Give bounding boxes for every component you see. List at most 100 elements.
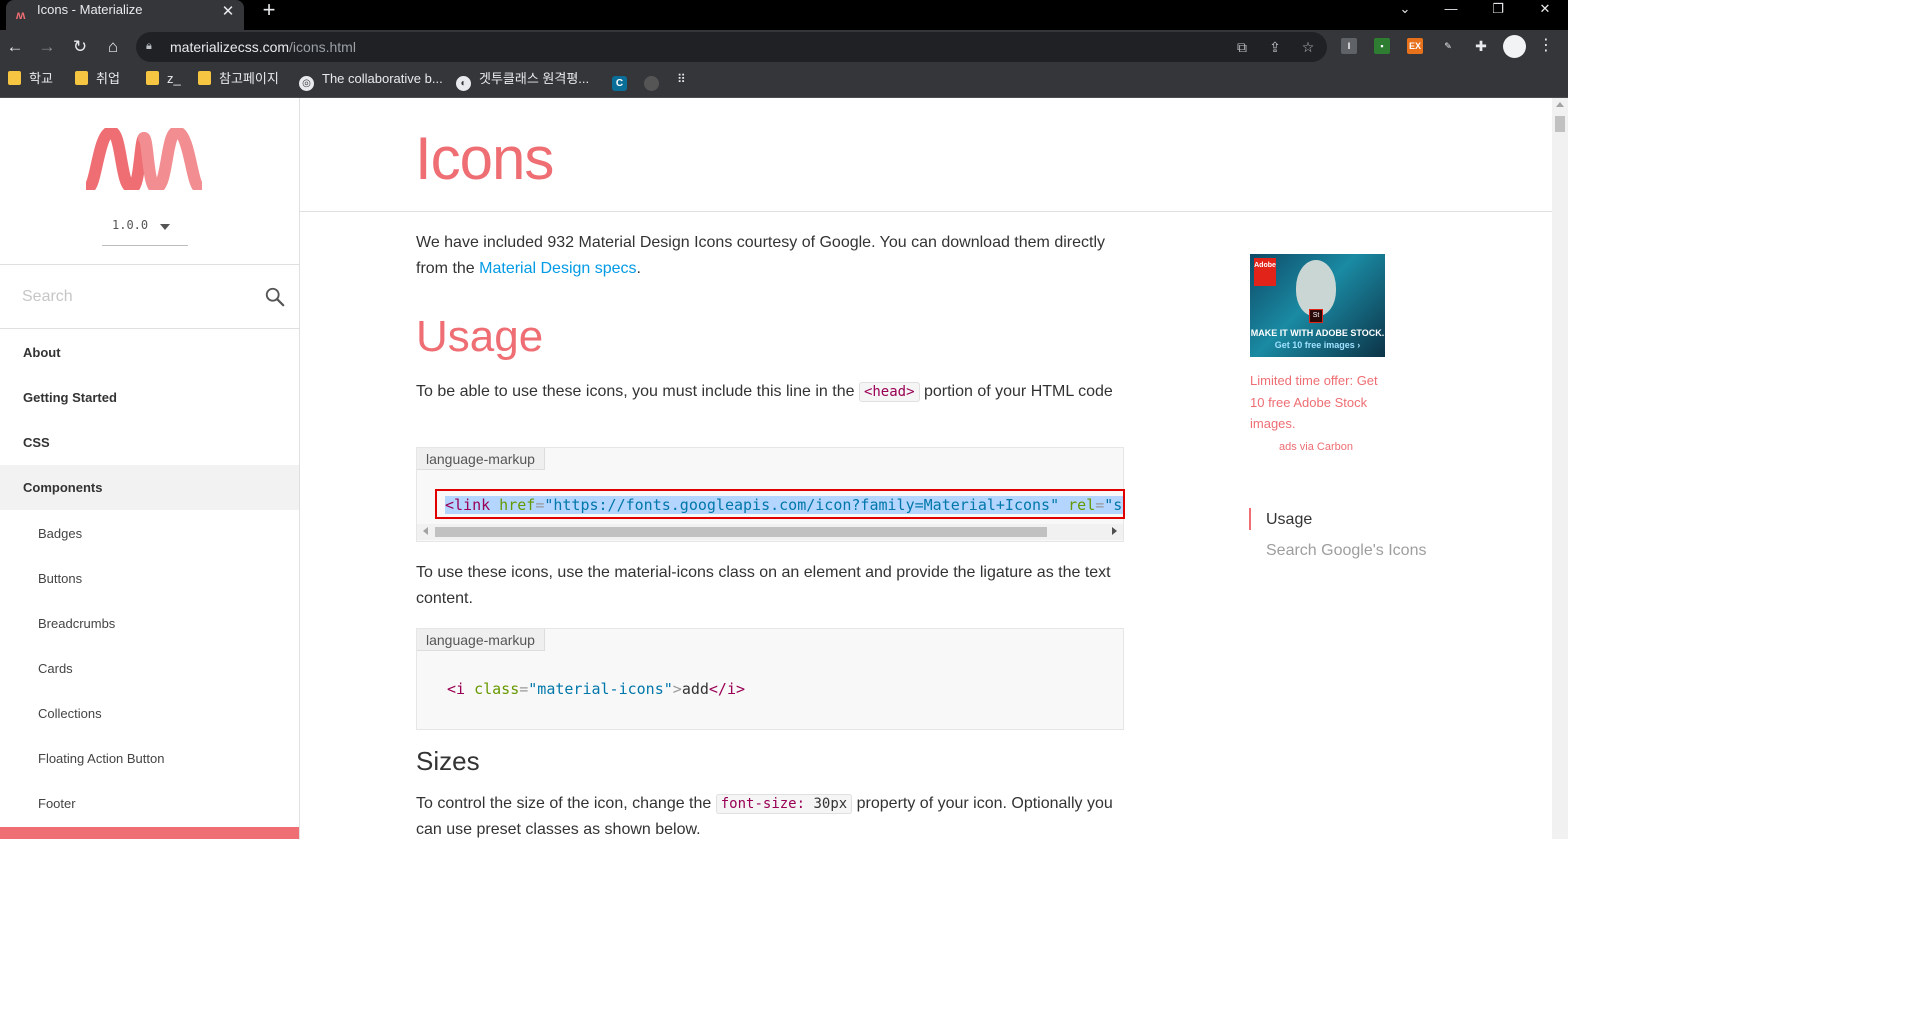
address-bar[interactable]: 🔒︎ materializecss.com/icons.html ⧉ ⇪ ☆ [136,32,1327,62]
sidebar-item-floating-action-button[interactable]: Floating Action Button [0,736,299,781]
sidebar-item-getting-started[interactable]: Getting Started [0,375,299,420]
code-block-icon-usage[interactable]: language-markup <i class="material-icons… [416,628,1124,730]
page-title: Icons [415,125,554,192]
selected-code-line[interactable]: <link href="https://fonts.googleapis.com… [435,489,1125,519]
code-language-label: language-markup [417,448,545,470]
sizes-paragraph: To control the size of the icon, change … [416,794,1113,838]
materialize-favicon-icon: ʍ [16,8,26,22]
window-close-icon[interactable]: ✕ [1522,0,1568,20]
minimize-icon[interactable]: — [1428,0,1474,20]
sidebar-item-icons-active[interactable] [0,827,299,839]
extension-i-icon[interactable]: I [1341,38,1357,54]
extension-green-icon[interactable]: ▪ [1374,38,1390,54]
sidebar-item-collections[interactable]: Collections [0,691,299,736]
extensions-puzzle-icon[interactable]: ✚ [1473,38,1489,54]
chevron-down-icon [160,224,170,230]
toc-active-indicator [1249,508,1251,530]
inline-code-font-size: font-size: 30px [715,794,853,814]
ad-portrait [1296,260,1336,316]
toc-item-usage[interactable]: Usage [1266,508,1312,532]
usage-heading: Usage [416,312,544,361]
bookmark-folder[interactable]: 학교 [8,70,53,90]
material-design-specs-link[interactable]: Material Design specs [479,260,636,277]
sidebar-item-footer[interactable]: Footer [0,781,299,826]
sidebar-item-about[interactable]: About [0,330,299,375]
bookmark-link[interactable]: ◎ The collaborative b... [299,70,443,91]
folder-icon [75,71,88,85]
scrollbar-thumb[interactable] [435,527,1047,537]
ad-text-link[interactable]: Limited time offer: Get 10 free Adobe St… [1250,370,1390,435]
adobe-logo: Adobe [1254,258,1276,286]
folder-icon [198,71,211,85]
bookmark-star-icon[interactable]: ☆ [1299,38,1317,56]
bookmark-c-icon[interactable]: C [612,70,635,91]
search-icon[interactable] [264,286,286,308]
search-input[interactable] [22,285,252,309]
scroll-right-icon[interactable] [1112,527,1117,535]
code-line[interactable]: <link href="https://fonts.googleapis.com… [445,496,1123,514]
materialize-logo[interactable] [86,128,202,190]
back-icon[interactable]: ← [2,34,28,60]
tab-title: Icons - Materialize [37,2,143,17]
browser-menu-icon[interactable]: ⋮ [1538,36,1554,56]
sidebar-item-buttons[interactable]: Buttons [0,556,299,601]
reload-icon[interactable]: ↻ [67,34,93,60]
tab-search-icon[interactable]: ⌄ [1382,0,1428,20]
bookmark-github-icon[interactable]: ● [644,70,667,91]
scroll-left-icon[interactable] [423,527,428,535]
bookmark-folder[interactable]: 참고페이지 [198,70,279,90]
bookmark-folder[interactable]: 취업 [75,70,120,90]
code-block-link[interactable]: language-markup <link href="https://font… [416,447,1125,542]
share-icon[interactable]: ⇪ [1266,38,1284,56]
lock-icon: 🔒︎ [146,40,152,52]
sidebar-item-badges[interactable]: Badges [0,511,299,556]
site-icon: ◎ [299,76,314,91]
version-select[interactable]: 1.0.0 [102,214,188,246]
extension-pen-icon[interactable]: ✎ [1440,38,1456,54]
usage-paragraph: To be able to use these icons, you must … [416,382,1113,402]
bookmark-link[interactable]: ◐ 겟투클래스 원격평... [456,70,589,91]
sidebar-item-css[interactable]: CSS [0,420,299,465]
browser-tabstrip: ʍ Icons - Materialize ✕ + ⌄ — ❐ ✕ [0,0,1568,30]
extension-ex-icon[interactable]: EX [1407,38,1423,54]
new-tab-icon[interactable]: + [258,0,280,22]
inline-code-head: <head> [858,382,920,402]
folder-icon [146,71,159,85]
globe-icon: ◐ [456,76,471,91]
page-vertical-scrollbar[interactable] [1552,98,1568,839]
carbon-ad-image[interactable]: Adobe St MAKE IT WITH ADOBE STOCK. Get 1… [1250,254,1385,357]
restore-icon[interactable]: ❐ [1475,0,1521,20]
ad-headline: MAKE IT WITH ADOBE STOCK. [1250,328,1385,338]
tab-close-icon[interactable]: ✕ [220,4,236,20]
code-line[interactable]: <i class="material-icons">add</i> [447,680,745,698]
stock-badge: St [1309,309,1323,323]
scroll-up-icon[interactable] [1556,102,1564,107]
home-icon[interactable]: ⌂ [100,34,126,60]
code-language-label: language-markup [417,629,545,651]
intro-paragraph: We have included 932 Material Design Ico… [416,234,1105,277]
main-content: Icons We have included 932 Material Desi… [300,98,1552,839]
scrollbar-thumb[interactable] [1555,116,1565,132]
forward-icon[interactable]: → [34,34,60,60]
ads-via-carbon-link[interactable]: ads via Carbon [1279,441,1353,453]
divider [0,328,299,329]
code-horizontal-scrollbar[interactable] [417,524,1123,540]
divider [0,264,299,265]
toc-item-search-googles-icons[interactable]: Search Google's Icons [1266,539,1426,563]
folder-icon [8,71,21,85]
profile-avatar[interactable] [1503,35,1526,58]
bookmark-dots-icon[interactable]: ⠿ [677,70,686,90]
bookmarks-bar: 학교 취업 z_ 참고페이지 ◎ The collaborative b... ◐… [0,63,1568,98]
sidebar-item-components[interactable]: Components [0,465,299,510]
ad-cta: Get 10 free images › [1274,340,1361,350]
browser-toolbar: ← → ↻ ⌂ 🔒︎ materializecss.com/icons.html… [0,30,1568,63]
sidebar-item-cards[interactable]: Cards [0,646,299,691]
use-icons-paragraph: To use these icons, use the material-ico… [416,564,1111,607]
url-text[interactable]: materializecss.com/icons.html [170,38,356,56]
divider [300,211,1552,212]
sizes-heading: Sizes [416,746,480,776]
sidebar-item-breadcrumbs[interactable]: Breadcrumbs [0,601,299,646]
browser-tab[interactable]: ʍ Icons - Materialize ✕ [6,0,244,30]
bookmark-folder[interactable]: z_ [146,70,181,90]
translate-icon[interactable]: ⧉ [1233,38,1251,56]
